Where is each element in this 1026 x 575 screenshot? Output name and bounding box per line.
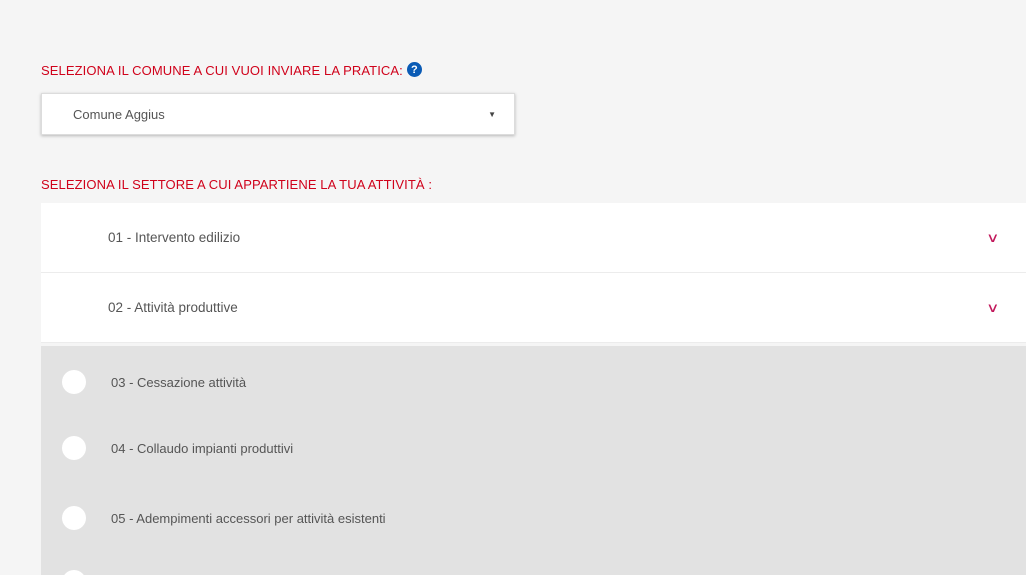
comune-label: SELEZIONA IL COMUNE A CUI VUOI INVIARE L… bbox=[41, 62, 422, 78]
settore-label: SELEZIONA IL SETTORE A CUI APPARTIENE LA… bbox=[41, 177, 433, 192]
chevron-down-icon[interactable]: ∨ bbox=[987, 230, 1000, 246]
accordion-item-attivita-produttive[interactable]: 02 - Attività produttive ∨ bbox=[41, 273, 1026, 343]
accordion-item-label: 01 - Intervento edilizio bbox=[108, 230, 241, 245]
comune-label-text: SELEZIONA IL COMUNE A CUI VUOI INVIARE L… bbox=[41, 63, 403, 78]
accordion-item-intervento-edilizio[interactable]: 01 - Intervento edilizio ∨ bbox=[41, 203, 1026, 273]
chevron-down-icon[interactable]: ∨ bbox=[987, 300, 1000, 316]
accordion-item-label: 02 - Attività produttive bbox=[108, 300, 238, 315]
radio-button-icon[interactable] bbox=[62, 506, 86, 530]
radio-option-label: 04 - Collaudo impianti produttivi bbox=[111, 440, 294, 456]
radio-option-label: 05 - Adempimenti accessori per attività … bbox=[111, 510, 386, 526]
radio-button-icon[interactable] bbox=[62, 370, 86, 394]
question-circle-icon[interactable]: ? bbox=[406, 62, 422, 77]
radio-option-cessazione-attivita[interactable]: 03 - Cessazione attività bbox=[41, 362, 1026, 402]
radio-option-partial[interactable] bbox=[41, 562, 1026, 575]
radio-option-label: 03 - Cessazione attività bbox=[111, 374, 247, 390]
settore-accordion: 01 - Intervento edilizio ∨ 02 - Attività… bbox=[41, 203, 1026, 343]
comune-select-value: Comune Aggius bbox=[73, 106, 165, 122]
radio-button-icon[interactable] bbox=[62, 436, 86, 460]
radio-option-adempimenti-accessori[interactable]: 05 - Adempimenti accessori per attività … bbox=[41, 498, 1026, 538]
page: SELEZIONA IL COMUNE A CUI VUOI INVIARE L… bbox=[0, 0, 1026, 575]
radio-button-icon[interactable] bbox=[62, 570, 86, 575]
radio-option-collaudo-impianti[interactable]: 04 - Collaudo impianti produttivi bbox=[41, 428, 1026, 468]
caret-down-icon: ▼ bbox=[488, 109, 496, 119]
comune-select[interactable]: Comune Aggius ▼ bbox=[41, 93, 515, 135]
settore-radio-group: 03 - Cessazione attività 04 - Collaudo i… bbox=[41, 346, 1026, 575]
